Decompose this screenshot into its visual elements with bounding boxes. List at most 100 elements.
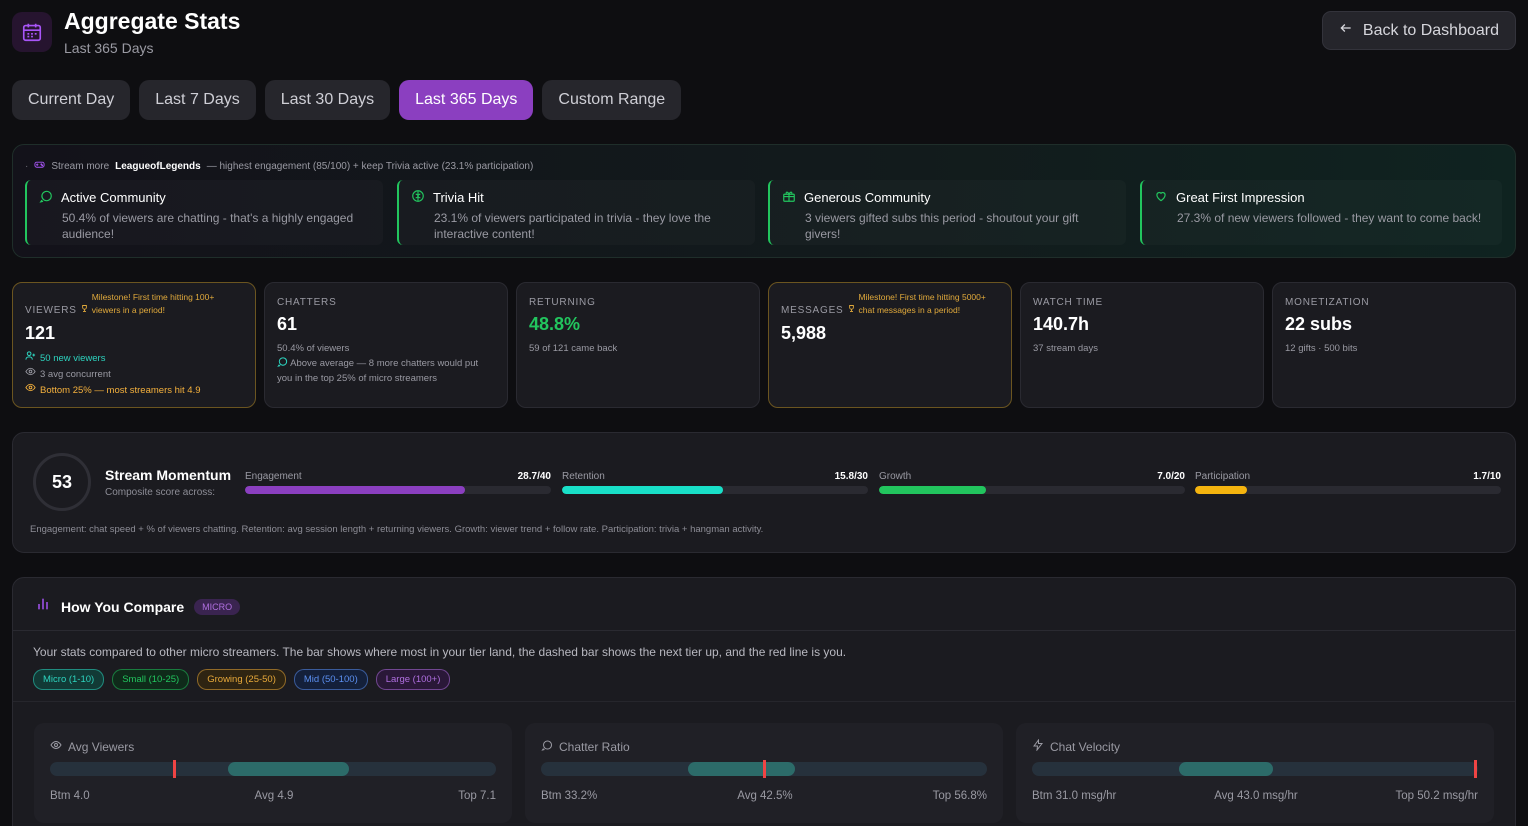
tier-chip-growing[interactable]: Growing (25-50): [197, 669, 286, 690]
stat-label: VIEWERS: [25, 305, 77, 316]
tab-last-30-days[interactable]: Last 30 Days: [264, 80, 391, 120]
momentum-note: Engagement: chat speed + % of viewers ch…: [30, 524, 764, 535]
metric-label: Engagement: [245, 471, 302, 482]
user-plus-icon: [25, 350, 36, 366]
range-track: [541, 760, 987, 778]
insight-title: Active Community: [61, 190, 166, 205]
range-avg: Avg 42.5%: [737, 790, 793, 802]
range-bottom: Btm 4.0: [50, 790, 90, 802]
stat-label: WATCH TIME: [1033, 297, 1104, 308]
tier-range-band: [1179, 762, 1273, 776]
stat-card-messages: MESSAGES Milestone! First time hitting 5…: [768, 282, 1012, 408]
stat-card-chatters: CHATTERS 61 50.4% of viewers Above avera…: [264, 282, 508, 408]
metric-value: 15.8/30: [834, 471, 868, 482]
insight-desc: 3 viewers gifted subs this period - shou…: [805, 211, 1079, 241]
metric-fill: [1195, 486, 1248, 494]
metric-track: [879, 486, 1185, 494]
stat-value: 22 subs: [1285, 314, 1353, 334]
tier-range-band: [688, 762, 796, 776]
tier-chip-small[interactable]: Small (10-25): [112, 669, 190, 690]
compare-card-chatter-ratio: Chatter Ratio Btm 33.2% Avg 42.5% Top 56…: [525, 723, 1003, 823]
eye-icon: [50, 739, 62, 754]
compare-description: Your stats compared to other micro strea…: [33, 645, 847, 659]
range-track: [50, 760, 496, 778]
stat-sub: 12 gifts · 500 bits: [1285, 343, 1358, 354]
metric-label: Growth: [879, 471, 912, 482]
tier-range-band: [228, 762, 349, 776]
compare-card-title: Chatter Ratio: [559, 739, 630, 754]
stat-card-viewers: VIEWERS Milestone! First time hitting 10…: [12, 282, 256, 408]
insight-title: Generous Community: [804, 190, 931, 205]
tab-current-day[interactable]: Current Day: [12, 80, 131, 120]
page-title: Aggregate Stats: [64, 8, 241, 34]
tier-chip-micro[interactable]: Micro (1-10): [33, 669, 105, 690]
you-marker: [173, 760, 177, 778]
metric-label: Retention: [562, 471, 605, 482]
divider: [13, 701, 1515, 702]
stat-card-watch-time: WATCH TIME 140.7h 37 stream days: [1020, 282, 1264, 408]
insight-card-generous-community: Generous Community 3 viewers gifted subs…: [768, 180, 1126, 245]
gift-icon: [782, 189, 796, 206]
bar-chart-icon: [35, 596, 51, 617]
insight-card-trivia-hit: Trivia Hit 23.1% of viewers participated…: [397, 180, 755, 245]
compare-panel: How You Compare MICRO Your stats compare…: [12, 577, 1516, 826]
range-avg: Avg 4.9: [254, 790, 294, 802]
range-bottom: Btm 33.2%: [541, 790, 598, 802]
tab-custom-range[interactable]: Custom Range: [542, 80, 682, 120]
compare-card-title: Avg Viewers: [68, 739, 135, 754]
insight-desc: 23.1% of viewers participated in trivia …: [434, 211, 711, 241]
insights-panel: · Stream more LeagueofLegends — highest en…: [12, 144, 1516, 258]
tip-game: LeagueofLegends: [115, 160, 201, 172]
heart-icon: [1154, 189, 1168, 206]
insight-card-active-community: Active Community 50.4% of viewers are ch…: [25, 180, 383, 245]
stat-card-monetization: MONETIZATION 22 subs 12 gifts · 500 bits: [1272, 282, 1516, 408]
tab-last-365-days[interactable]: Last 365 Days: [399, 80, 534, 120]
insight-desc: 50.4% of viewers are chatting - that's a…: [62, 211, 354, 241]
metric-value: 28.7/40: [517, 471, 551, 482]
range-avg: Avg 43.0 msg/hr: [1214, 790, 1298, 802]
eye-icon: [25, 382, 36, 398]
game-tip: · Stream more LeagueofLegends — highest en…: [25, 160, 534, 172]
stat-value: 140.7h: [1033, 314, 1090, 334]
metric-fill: [245, 486, 465, 494]
tier-chip-mid[interactable]: Mid (50-100): [293, 669, 368, 690]
stat-label: RETURNING: [529, 297, 596, 308]
milestone-text: Milestone! First time hitting 100+ viewe…: [91, 292, 215, 315]
metric-track: [562, 486, 868, 494]
milestone-text: Milestone! First time hitting 5000+ chat…: [858, 292, 986, 315]
calendar-icon: [12, 12, 52, 52]
stat-label: CHATTERS: [277, 297, 337, 308]
momentum-panel: 53 Stream Momentum Composite score acros…: [12, 432, 1516, 553]
range-track: [1032, 760, 1478, 778]
trophy-icon: [847, 304, 856, 316]
metric-retention: Retention 15.8/30: [562, 471, 868, 494]
metric-fill: [562, 486, 724, 494]
tier-chip-large[interactable]: Large (100+): [375, 669, 451, 690]
stat-sub: 37 stream days: [1033, 343, 1098, 354]
page-subtitle: Last 365 Days: [64, 40, 154, 56]
compare-card-avg-viewers: Avg Viewers Btm 4.0 Avg 4.9 Top 7.1: [34, 723, 512, 823]
insight-title: Trivia Hit: [433, 190, 484, 205]
metric-growth: Growth 7.0/20: [879, 471, 1185, 494]
you-marker: [1474, 760, 1478, 778]
insight-title: Great First Impression: [1176, 190, 1305, 205]
range-bottom: Btm 31.0 msg/hr: [1032, 790, 1117, 802]
stat-value: 121: [25, 323, 56, 343]
compare-card-chat-velocity: Chat Velocity Btm 31.0 msg/hr Avg 43.0 m…: [1016, 723, 1494, 823]
metric-value: 7.0/20: [1157, 471, 1185, 482]
chat-icon: [541, 739, 553, 754]
tier-badge: MICRO: [194, 598, 241, 615]
stat-label: MESSAGES: [781, 305, 844, 316]
tab-last-7-days[interactable]: Last 7 Days: [139, 80, 256, 120]
chat-icon: [277, 357, 288, 369]
bolt-icon: [1032, 738, 1044, 754]
momentum-subtitle: Composite score across:: [105, 487, 216, 498]
arrow-left-icon: [1339, 21, 1353, 40]
stat-sub: 59 of 121 came back: [529, 343, 618, 354]
stat-value: 61: [277, 314, 298, 334]
range-top: Top 50.2 msg/hr: [1395, 790, 1478, 802]
percentile-warning: Bottom 25% — most streamers hit 4.9: [40, 384, 201, 396]
back-to-dashboard-button[interactable]: Back to Dashboard: [1321, 11, 1516, 50]
metric-fill: [879, 486, 987, 494]
tier-chips: Micro (1-10) Small (10-25) Growing (25-5…: [33, 669, 451, 690]
